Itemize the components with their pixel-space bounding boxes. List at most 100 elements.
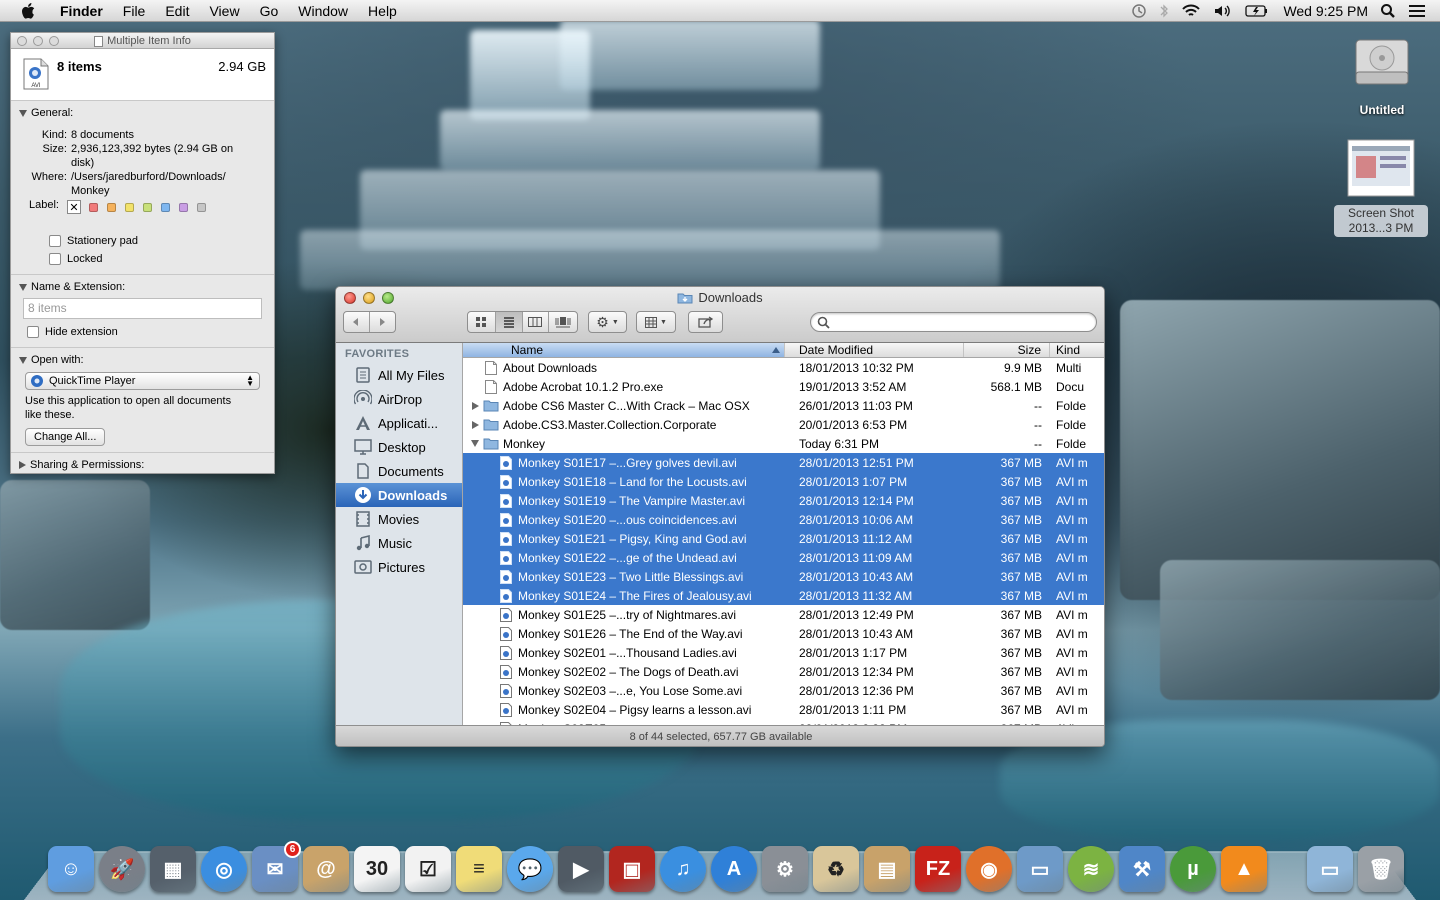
date-column-header[interactable]: Date Modified <box>785 343 964 357</box>
vlc-dock-icon[interactable]: ▲ <box>1221 846 1267 892</box>
battery-icon[interactable] <box>1245 0 1269 22</box>
label-color-1-swatch[interactable] <box>89 202 98 212</box>
list-view-button[interactable] <box>495 312 523 332</box>
sidebar-item-documents[interactable]: Documents <box>336 459 462 483</box>
sidebar-item-movies[interactable]: Movies <box>336 507 462 531</box>
volume-icon[interactable] <box>1213 0 1233 22</box>
arrange-menu-button[interactable]: ▼ <box>636 311 676 333</box>
app-store-dock-icon[interactable]: A <box>711 846 757 892</box>
messages-dock-icon[interactable]: 💬 <box>507 846 553 892</box>
table-row[interactable]: Monkey S01E21 – Pigsy, King and God.avi 2… <box>463 529 1104 548</box>
general-section-toggle[interactable]: General: <box>11 106 274 120</box>
info-close-button[interactable] <box>17 36 27 46</box>
downloads-stack-dock-icon[interactable]: ▭ <box>1307 846 1353 892</box>
sidebar-item-desktop[interactable]: Desktop <box>336 435 462 459</box>
notification-center-icon[interactable] <box>1408 0 1426 22</box>
column-view-button[interactable] <box>523 312 550 332</box>
menu-go[interactable]: Go <box>250 0 289 22</box>
label-color-3-swatch[interactable] <box>125 202 134 212</box>
archive-utility-dock-icon[interactable]: ▤ <box>864 846 910 892</box>
table-row[interactable]: Monkey S01E18 – Land for the Locusts.avi… <box>463 472 1104 491</box>
utorrent-dock-icon[interactable]: µ <box>1170 846 1216 892</box>
table-row[interactable]: Monkey S01E19 – The Vampire Master.avi 28… <box>463 491 1104 510</box>
time-machine-icon[interactable] <box>1131 0 1147 22</box>
itunes-dock-icon[interactable]: ♫ <box>660 846 706 892</box>
hide-extension-checkbox[interactable] <box>27 326 39 338</box>
table-row[interactable]: Adobe CS6 Master C...With Crack – Mac OS… <box>463 396 1104 415</box>
stationery-pad-checkbox[interactable] <box>49 235 61 247</box>
launchpad-dock-icon[interactable]: 🚀 <box>99 846 145 892</box>
desktop-screenshot-file[interactable]: Screen Shot 2013...3 PM <box>1334 138 1428 237</box>
cover-flow-button[interactable] <box>549 312 577 332</box>
table-row[interactable]: Monkey S01E23 – Two Little Blessings.avi… <box>463 567 1104 586</box>
boot-camp-dock-icon[interactable]: ▭ <box>1017 846 1063 892</box>
menu-clock[interactable]: Wed 9:25 PM <box>1283 3 1368 19</box>
size-column-header[interactable]: Size <box>964 343 1050 357</box>
open-with-toggle[interactable]: Open with: <box>11 353 274 367</box>
disclosure-right-icon[interactable] <box>468 401 482 410</box>
filezilla-dock-icon[interactable]: FZ <box>915 846 961 892</box>
desktop-hard-drive[interactable]: Untitled <box>1348 32 1416 117</box>
back-button[interactable] <box>344 312 370 332</box>
firefox-dock-icon[interactable]: ◉ <box>966 846 1012 892</box>
trash-dock-icon[interactable]: 🗑 <box>1358 846 1404 892</box>
wifi-icon[interactable] <box>1181 0 1201 22</box>
sidebar-item-applications[interactable]: Applicati... <box>336 411 462 435</box>
label-color-4-swatch[interactable] <box>143 202 152 212</box>
cleaner-dock-icon[interactable]: ♻ <box>813 846 859 892</box>
name-extension-toggle[interactable]: Name & Extension: <box>11 280 274 294</box>
change-all-button[interactable]: Change All... <box>25 428 106 446</box>
photo-viewer-dock-icon[interactable]: ▣ <box>609 846 655 892</box>
share-button[interactable] <box>688 311 723 333</box>
kind-column-header[interactable]: Kind <box>1050 343 1104 357</box>
action-menu-button[interactable]: ⚙ ▼ <box>588 311 627 333</box>
forward-button[interactable] <box>370 312 395 332</box>
table-row[interactable]: Monkey S01E24 – The Fires of Jealousy.av… <box>463 586 1104 605</box>
spotlight-icon[interactable] <box>1380 0 1396 22</box>
info-zoom-button[interactable] <box>49 36 59 46</box>
table-row[interactable]: Monkey S01E25 –...try of Nightmares.avi 2… <box>463 605 1104 624</box>
sidebar-item-pictures[interactable]: Pictures <box>336 555 462 579</box>
table-row[interactable]: Monkey S01E20 –...ous coincidences.avi 28… <box>463 510 1104 529</box>
apple-menu-icon[interactable] <box>18 2 40 19</box>
label-color-7-swatch[interactable] <box>197 202 206 212</box>
disclosure-right-icon[interactable] <box>468 420 482 429</box>
table-row[interactable]: Monkey S02E02 – The Dogs of Death.avi 28/… <box>463 662 1104 681</box>
table-row[interactable]: Adobe.CS3.Master.Collection.Corporate 20/… <box>463 415 1104 434</box>
mail-dock-icon[interactable]: ✉ 6 <box>252 841 301 892</box>
table-row[interactable]: Adobe Acrobat 10.1.2 Pro.exe 19/01/2013 3… <box>463 377 1104 396</box>
sidebar-item-airdrop[interactable]: AirDrop <box>336 387 462 411</box>
name-column-header[interactable]: Name <box>463 343 785 357</box>
menu-window[interactable]: Window <box>288 0 358 22</box>
table-row[interactable]: Monkey S01E17 –...Grey golves devil.avi 2… <box>463 453 1104 472</box>
table-row[interactable]: Monkey S02E01 –...Thousand Ladies.avi 28/… <box>463 643 1104 662</box>
table-row[interactable]: About Downloads 18/01/2013 10:32 PM 9.9 MB… <box>463 358 1104 377</box>
table-row[interactable]: Monkey S02E03 –...e, You Lose Some.avi 28… <box>463 681 1104 700</box>
menu-app-finder[interactable]: Finder <box>54 0 113 22</box>
sidebar-item-downloads[interactable]: Downloads <box>336 483 462 507</box>
info-titlebar[interactable]: Multiple Item Info <box>11 33 274 49</box>
menu-view[interactable]: View <box>199 0 249 22</box>
name-field[interactable]: 8 items <box>23 298 262 319</box>
notes-dock-icon[interactable]: ≡ <box>456 846 502 892</box>
finder-dock-icon[interactable]: ☺ <box>48 846 94 892</box>
system-preferences-dock-icon[interactable]: ⚙ <box>762 846 808 892</box>
facetime-dock-icon[interactable]: ▶ <box>558 846 604 892</box>
table-row[interactable]: Monkey S01E26 – The End of the Way.avi 28… <box>463 624 1104 643</box>
table-row[interactable]: Monkey S01E22 –...ge of the Undead.avi 28… <box>463 548 1104 567</box>
menu-edit[interactable]: Edit <box>155 0 199 22</box>
table-row[interactable]: Monkey Today 6:31 PM -- Folde <box>463 434 1104 453</box>
label-color-2-swatch[interactable] <box>107 202 116 212</box>
menu-help[interactable]: Help <box>358 0 407 22</box>
reminders-dock-icon[interactable]: ☑ <box>405 846 451 892</box>
menu-file[interactable]: File <box>113 0 156 22</box>
label-none-button[interactable]: ✕ <box>67 200 81 214</box>
calendar-dock-icon[interactable]: 30 <box>354 846 400 892</box>
info-minimize-button[interactable] <box>33 36 43 46</box>
open-with-popup[interactable]: QuickTime Player ▲ ▼ <box>25 372 260 390</box>
utility-dock-icon[interactable]: ⚒ <box>1119 846 1165 892</box>
safari-dock-icon[interactable]: ◎ <box>201 846 247 892</box>
bluetooth-icon[interactable] <box>1159 0 1169 22</box>
sidebar-item-all-files[interactable]: All My Files <box>336 363 462 387</box>
locked-checkbox[interactable] <box>49 253 61 265</box>
